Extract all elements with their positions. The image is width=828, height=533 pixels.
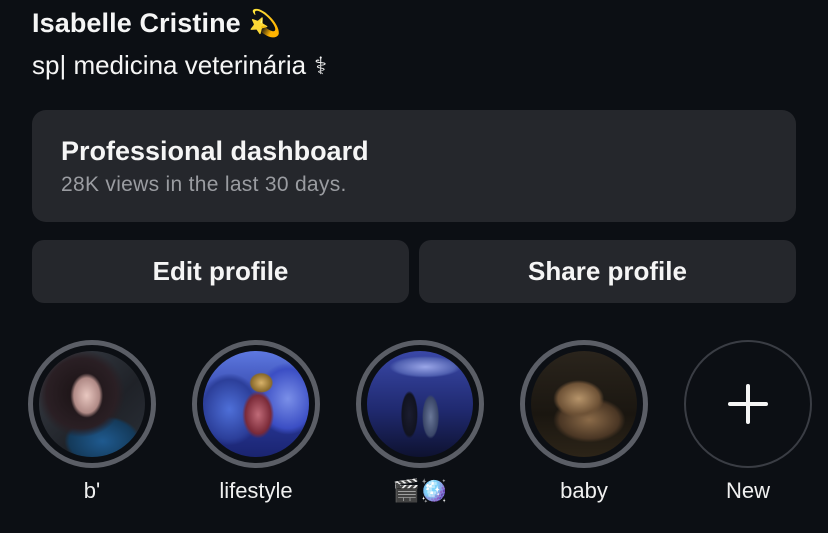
highlight-ring <box>192 340 320 468</box>
highlight-cover-image <box>531 351 637 457</box>
new-highlight-ring <box>684 340 812 468</box>
profile-screen: Isabelle Cristine 💫 sp| medicina veterin… <box>0 0 828 533</box>
highlight-ring <box>520 340 648 468</box>
new-highlight-label: New <box>725 478 770 503</box>
highlight-ring <box>28 340 156 468</box>
highlight-label: 🎬🪩 <box>356 478 484 504</box>
professional-dashboard-card[interactable]: Professional dashboard 28K views in the … <box>32 110 796 222</box>
highlight-item[interactable]: b' <box>28 340 156 504</box>
highlight-cover-image <box>203 351 309 457</box>
highlight-cover-image <box>367 351 473 457</box>
profile-name: Isabelle Cristine 💫 <box>32 8 281 39</box>
highlight-label: lifestyle <box>219 478 293 503</box>
highlight-label: baby <box>560 478 608 503</box>
highlight-item[interactable]: lifestyle <box>192 340 320 504</box>
profile-bio-text: sp| medicina veterinária <box>32 50 307 80</box>
clapper-mirrorball-label: 🎬🪩 <box>392 479 448 504</box>
caduceus-icon: ⚕ <box>314 51 328 80</box>
dizzy-star-icon: 💫 <box>248 8 282 39</box>
new-highlight-button[interactable]: New <box>684 340 812 504</box>
share-profile-button[interactable]: Share profile <box>419 240 796 303</box>
edit-profile-button[interactable]: Edit profile <box>32 240 409 303</box>
plus-icon <box>728 384 768 424</box>
profile-bio: sp| medicina veterinária ⚕ <box>32 50 327 81</box>
dashboard-subtitle: 28K views in the last 30 days. <box>61 173 347 196</box>
dashboard-title: Professional dashboard <box>61 136 369 166</box>
highlight-cover-image <box>39 351 145 457</box>
highlight-label: b' <box>83 478 101 503</box>
highlight-ring <box>356 340 484 468</box>
highlight-item[interactable]: baby <box>520 340 648 504</box>
highlight-item[interactable]: 🎬🪩 <box>356 340 484 504</box>
profile-name-text: Isabelle Cristine <box>32 8 241 38</box>
